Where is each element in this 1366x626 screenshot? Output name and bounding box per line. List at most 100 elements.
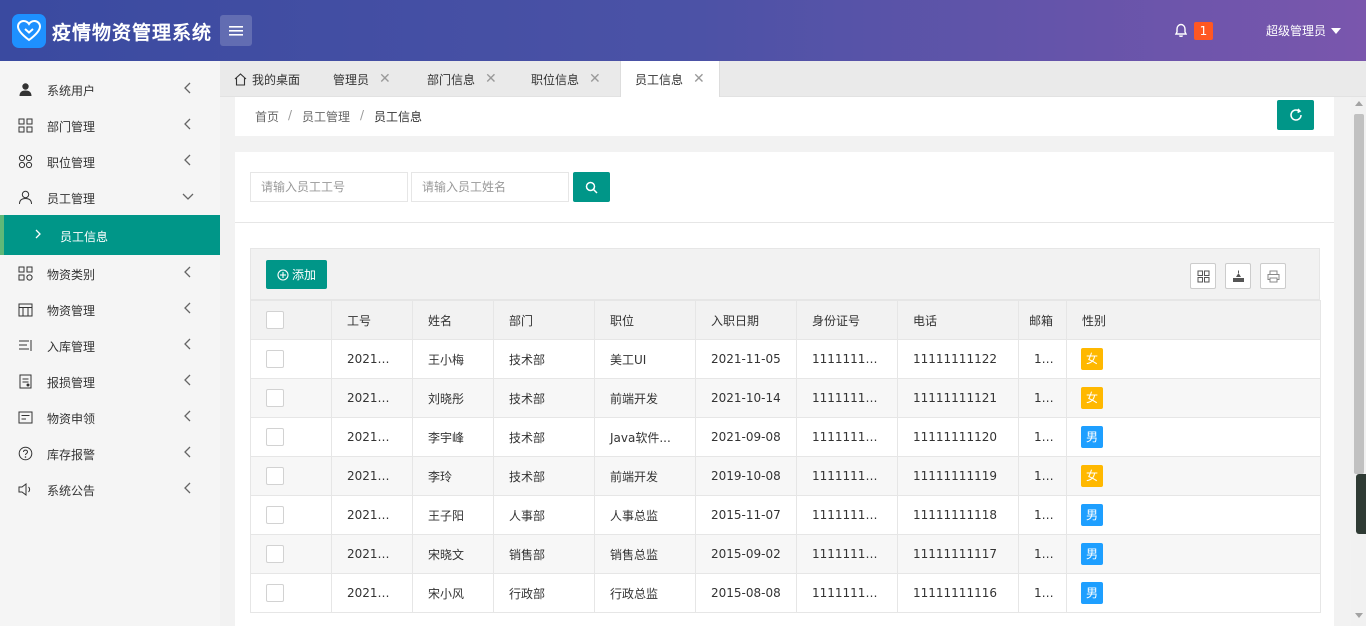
- breadcrumb-separator: /: [360, 108, 365, 122]
- sidebar-item-positions[interactable]: 职位管理: [0, 143, 220, 179]
- breadcrumb-employee-mgmt[interactable]: 员工管理: [302, 108, 350, 125]
- search-button[interactable]: [573, 172, 610, 202]
- chevron-left-icon: [184, 374, 191, 386]
- cell-dept: 技术部: [493, 378, 595, 418]
- scroll-up-arrow-icon[interactable]: [1355, 101, 1363, 106]
- column-header: 工号: [331, 300, 413, 340]
- sidebar-item-inbound[interactable]: 入库管理: [0, 327, 220, 363]
- cell-gender: 女: [1066, 339, 1321, 379]
- row-checkbox[interactable]: [266, 389, 284, 407]
- list-icon: [19, 340, 32, 351]
- cell-id: 1111111111...: [796, 456, 898, 496]
- app-title: 疫情物资管理系统: [52, 22, 213, 44]
- sidebar-item-label: 系统用户: [47, 84, 96, 98]
- cell-phone: 11111111117: [897, 534, 1019, 574]
- breadcrumb-home[interactable]: 首页: [255, 108, 279, 125]
- sidebar-item-material-category[interactable]: 物资类别: [0, 255, 220, 291]
- search-icon: [585, 181, 598, 194]
- cell-gender: 男: [1066, 417, 1321, 457]
- home-icon: [234, 72, 247, 86]
- column-filter-icon[interactable]: [1190, 263, 1216, 289]
- row-checkbox[interactable]: [266, 467, 284, 485]
- chevron-left-icon: [184, 446, 191, 458]
- apps-icon: [18, 154, 33, 169]
- scroll-down-arrow-icon[interactable]: [1355, 613, 1363, 618]
- tab-admins[interactable]: 管理员 ✕: [333, 61, 391, 97]
- scrollbar-thumb[interactable]: [1354, 114, 1364, 474]
- cell-dept: 行政部: [493, 573, 595, 613]
- cell-email: 1121@qq.com: [1018, 378, 1067, 418]
- cell-dept: 技术部: [493, 339, 595, 379]
- export-icon[interactable]: [1225, 263, 1251, 289]
- cell-name: 李玲: [412, 456, 494, 496]
- breadcrumb: 首页 / 员工管理 / 员工信息: [235, 97, 1334, 136]
- cell-date: 2015-11-07: [695, 495, 797, 535]
- row-checkbox[interactable]: [266, 350, 284, 368]
- close-icon[interactable]: ✕: [693, 71, 705, 87]
- user-menu[interactable]: 超级管理员: [1266, 22, 1342, 39]
- cell-name: 王小梅: [412, 339, 494, 379]
- cell-no: 2021009: [331, 378, 413, 418]
- sidebar-item-material-management[interactable]: 物资管理: [0, 291, 220, 327]
- cell-name: 李宇峰: [412, 417, 494, 457]
- cell-gender: 男: [1066, 573, 1321, 613]
- cell-id: 1111111111...: [796, 534, 898, 574]
- close-icon[interactable]: ✕: [485, 71, 497, 87]
- cell-id: 1111111111...: [796, 495, 898, 535]
- gender-badge: 男: [1081, 426, 1103, 448]
- cell-pos: 行政总监: [594, 573, 696, 613]
- speaker-icon: [18, 483, 31, 496]
- cell-dept: 人事部: [493, 495, 595, 535]
- row-checkbox[interactable]: [266, 545, 284, 563]
- refresh-button[interactable]: [1277, 100, 1314, 130]
- row-checkbox-cell: [250, 417, 332, 457]
- sidebar-item-damage-report[interactable]: 报损管理: [0, 363, 220, 399]
- tab-desktop[interactable]: 我的桌面: [234, 61, 300, 97]
- close-icon[interactable]: ✕: [589, 71, 601, 87]
- side-widget-tab[interactable]: [1356, 474, 1366, 534]
- menu-toggle-button[interactable]: [220, 15, 252, 46]
- close-icon[interactable]: ✕: [379, 71, 391, 87]
- user-icon: [19, 83, 32, 96]
- tab-positions[interactable]: 职位信息 ✕: [531, 61, 601, 97]
- row-checkbox[interactable]: [266, 506, 284, 524]
- select-all-checkbox[interactable]: [266, 311, 284, 329]
- add-button[interactable]: 添加: [266, 260, 327, 289]
- print-icon[interactable]: [1260, 263, 1286, 289]
- cell-email: 1120@qq.com: [1018, 417, 1067, 457]
- sidebar-subitem-employee-info[interactable]: 员工信息: [0, 215, 220, 255]
- bell-icon[interactable]: [1173, 22, 1189, 41]
- sidebar-item-announcements[interactable]: 系统公告: [0, 471, 220, 507]
- sidebar-item-label: 入库管理: [47, 340, 96, 354]
- sidebar-item-employees[interactable]: 员工管理: [0, 179, 220, 215]
- cell-id: 1111111111...: [796, 573, 898, 613]
- chevron-left-icon: [184, 410, 191, 422]
- tab-employee-info[interactable]: 员工信息 ✕: [620, 61, 720, 97]
- row-checkbox[interactable]: [266, 428, 284, 446]
- row-checkbox-cell: [250, 534, 332, 574]
- caret-down-icon: [1331, 27, 1342, 34]
- employee-number-input[interactable]: [250, 172, 408, 202]
- sidebar: 系统用户 部门管理 职位管理 员工管理 员工信息 物资类别 物资管理 入库管理 …: [0, 61, 220, 626]
- cell-no: 2021007: [331, 456, 413, 496]
- sidebar-item-system-users[interactable]: 系统用户: [0, 71, 220, 107]
- cell-phone: 11111111116: [897, 573, 1019, 613]
- employee-name-input[interactable]: [411, 172, 569, 202]
- sidebar-item-stock-alarm[interactable]: 库存报警: [0, 435, 220, 471]
- row-checkbox[interactable]: [266, 584, 284, 602]
- cell-pos: 前端开发: [594, 378, 696, 418]
- page-scrollbar[interactable]: [1351, 97, 1366, 626]
- cell-phone: 11111111118: [897, 495, 1019, 535]
- row-checkbox-cell: [250, 456, 332, 496]
- heart-logo-icon[interactable]: [12, 14, 46, 48]
- column-header: 邮箱: [1018, 300, 1067, 340]
- sidebar-item-material-request[interactable]: 物资申领: [0, 399, 220, 435]
- sidebar-item-departments[interactable]: 部门管理: [0, 107, 220, 143]
- chevron-right-icon: [35, 229, 41, 239]
- notification-badge[interactable]: 1: [1194, 22, 1213, 40]
- chevron-left-icon: [184, 118, 191, 130]
- tab-departments[interactable]: 部门信息 ✕: [427, 61, 497, 97]
- cell-date: 2019-10-08: [695, 456, 797, 496]
- gender-badge: 女: [1081, 348, 1103, 370]
- cell-email: 1117@qq.com: [1018, 534, 1067, 574]
